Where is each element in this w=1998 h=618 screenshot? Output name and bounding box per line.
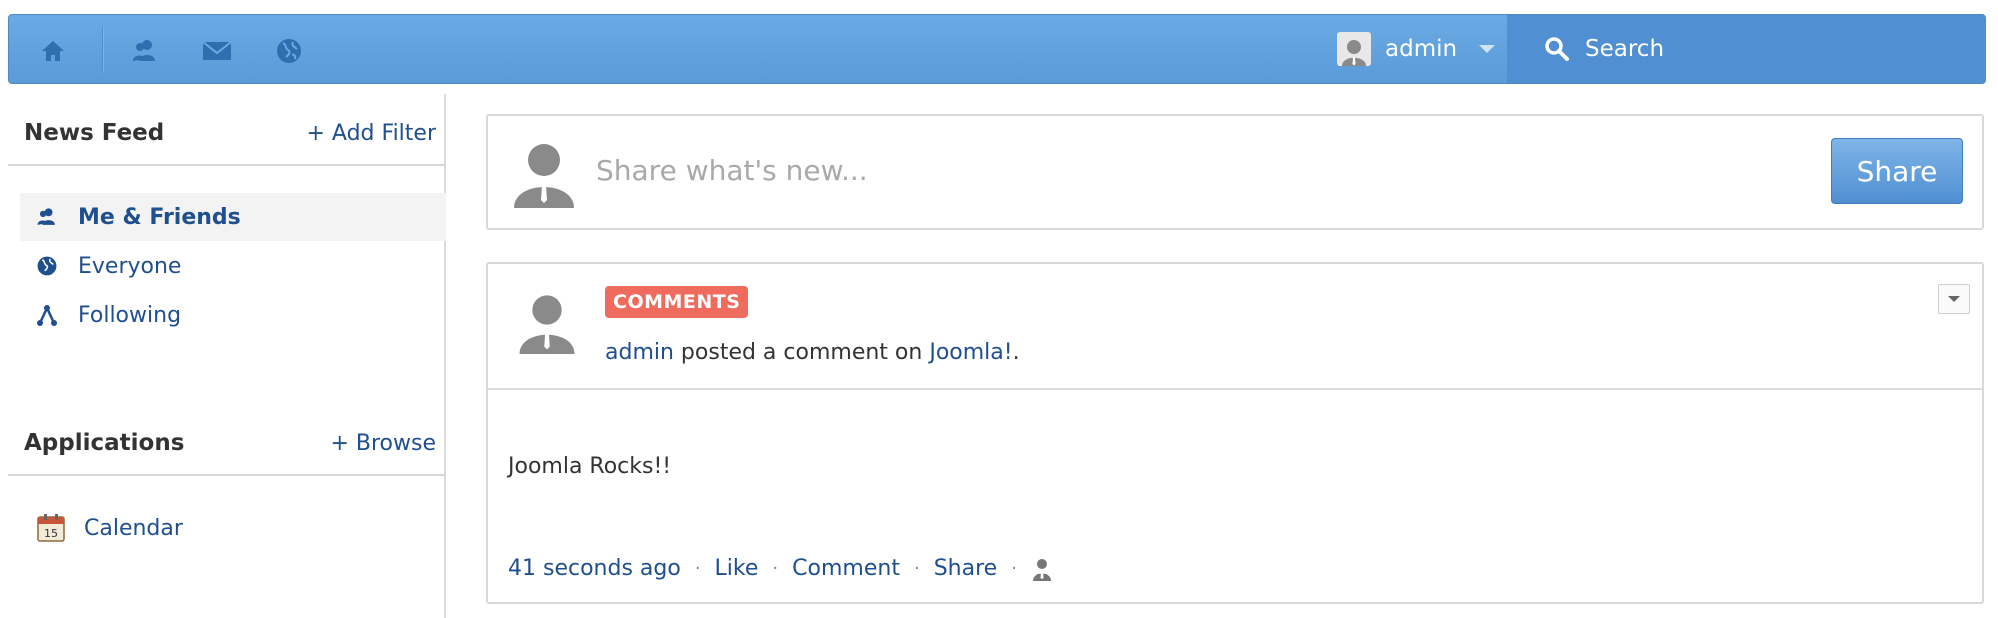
news-feed-header: News Feed + Add Filter — [8, 94, 446, 166]
privacy-icon[interactable] — [1031, 557, 1053, 581]
separator-dot: · — [694, 558, 701, 579]
post-header: COMMENTS admin posted a comment on Jooml… — [488, 264, 1982, 390]
svg-text:15: 15 — [44, 527, 58, 540]
globe-icon[interactable] — [271, 33, 307, 69]
search-placeholder: Search — [1585, 36, 1665, 62]
home-icon[interactable] — [35, 33, 71, 69]
sidebar-item-me-friends[interactable]: Me & Friends — [20, 193, 446, 241]
separator-dot: · — [1011, 558, 1017, 579]
sidebar-item-everyone[interactable]: Everyone — [20, 242, 446, 290]
status-composer: Share — [486, 114, 1984, 230]
share-button[interactable]: Share — [1831, 138, 1963, 204]
separator-dot: · — [772, 558, 779, 579]
nav-divider — [102, 27, 103, 73]
actor-link[interactable]: admin — [605, 340, 674, 365]
post-actions: 41 seconds ago · Like · Comment · Share … — [508, 556, 1053, 581]
action-text: posted a comment on — [673, 340, 930, 365]
sidebar-item-label: Everyone — [78, 253, 182, 279]
summary-suffix: . — [1012, 340, 1020, 365]
user-name: admin — [1385, 36, 1458, 62]
friends-icon — [34, 204, 60, 230]
globe-icon — [34, 253, 60, 279]
feed-post: COMMENTS admin posted a comment on Jooml… — [486, 262, 1984, 604]
chevron-down-icon — [1479, 45, 1496, 53]
mail-icon[interactable] — [199, 33, 235, 69]
add-filter-link[interactable]: + Add Filter — [307, 121, 437, 146]
like-link[interactable]: Like — [715, 556, 759, 581]
separator-dot: · — [913, 558, 920, 579]
post-summary: admin posted a comment on Joomla!. — [605, 340, 1020, 365]
search-icon — [1545, 37, 1569, 61]
news-feed-title: News Feed — [24, 120, 165, 146]
sidebar-item-calendar[interactable]: 15 Calendar — [20, 504, 446, 552]
post-options-button[interactable] — [1938, 284, 1970, 314]
sidebar-item-following[interactable]: Following — [20, 291, 446, 339]
applications-header: Applications + Browse — [8, 404, 446, 476]
comments-badge: COMMENTS — [605, 286, 749, 318]
target-link[interactable]: Joomla! — [929, 340, 1012, 365]
timestamp-link[interactable]: 41 seconds ago — [508, 556, 681, 581]
friends-icon[interactable] — [127, 33, 163, 69]
avatar — [1337, 32, 1371, 66]
sidebar-item-label: Following — [78, 302, 182, 328]
avatar — [514, 144, 574, 208]
share-link[interactable]: Share — [934, 556, 998, 581]
sidebar: News Feed + Add Filter Me & Friends Ever… — [8, 94, 446, 618]
calendar-icon: 15 — [36, 513, 66, 543]
search-input[interactable]: Search — [1507, 15, 1986, 83]
top-navbar: admin Search — [8, 14, 1986, 84]
comment-link[interactable]: Comment — [792, 556, 900, 581]
sidebar-item-label: Calendar — [84, 515, 183, 541]
user-menu[interactable]: admin — [1337, 15, 1496, 83]
browse-link[interactable]: + Browse — [330, 431, 436, 456]
avatar[interactable] — [514, 288, 580, 354]
post-body: Joomla Rocks!! — [508, 454, 672, 479]
status-input[interactable] — [596, 154, 1596, 187]
chevron-down-icon — [1948, 296, 1960, 302]
following-icon — [34, 302, 60, 328]
applications-title: Applications — [24, 430, 185, 456]
sidebar-item-label: Me & Friends — [78, 204, 241, 230]
